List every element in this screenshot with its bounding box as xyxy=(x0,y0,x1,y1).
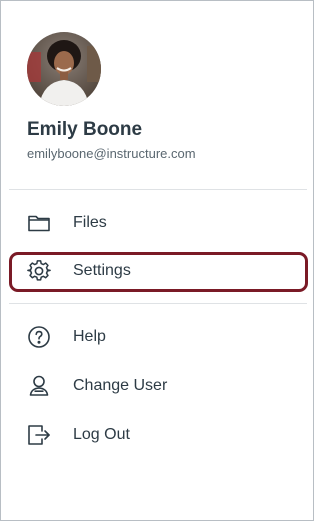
user-name: Emily Boone xyxy=(27,119,143,140)
divider xyxy=(9,189,307,190)
menu-item-label: Change User xyxy=(73,377,168,394)
user-email: emilyboone@instructure.com xyxy=(27,146,196,161)
menu-item-change-user[interactable]: Change User xyxy=(9,366,307,406)
gear-icon xyxy=(27,259,51,283)
menu-item-settings[interactable]: Settings xyxy=(9,251,307,291)
menu-item-files[interactable]: Files xyxy=(9,203,307,243)
avatar[interactable] xyxy=(27,32,101,106)
logout-icon xyxy=(27,423,51,447)
folder-icon xyxy=(27,211,51,235)
help-circle-icon xyxy=(27,325,51,349)
menu-item-help[interactable]: Help xyxy=(9,317,307,357)
user-menu-panel: Emily Boone emilyboone@instructure.com F… xyxy=(0,0,314,521)
divider xyxy=(9,303,307,304)
menu-item-label: Files xyxy=(73,214,107,231)
user-switch-icon xyxy=(27,374,51,398)
menu-item-label: Help xyxy=(73,328,106,345)
menu-item-label: Settings xyxy=(73,262,131,279)
menu-item-label: Log Out xyxy=(73,426,130,443)
menu-item-log-out[interactable]: Log Out xyxy=(9,415,307,455)
